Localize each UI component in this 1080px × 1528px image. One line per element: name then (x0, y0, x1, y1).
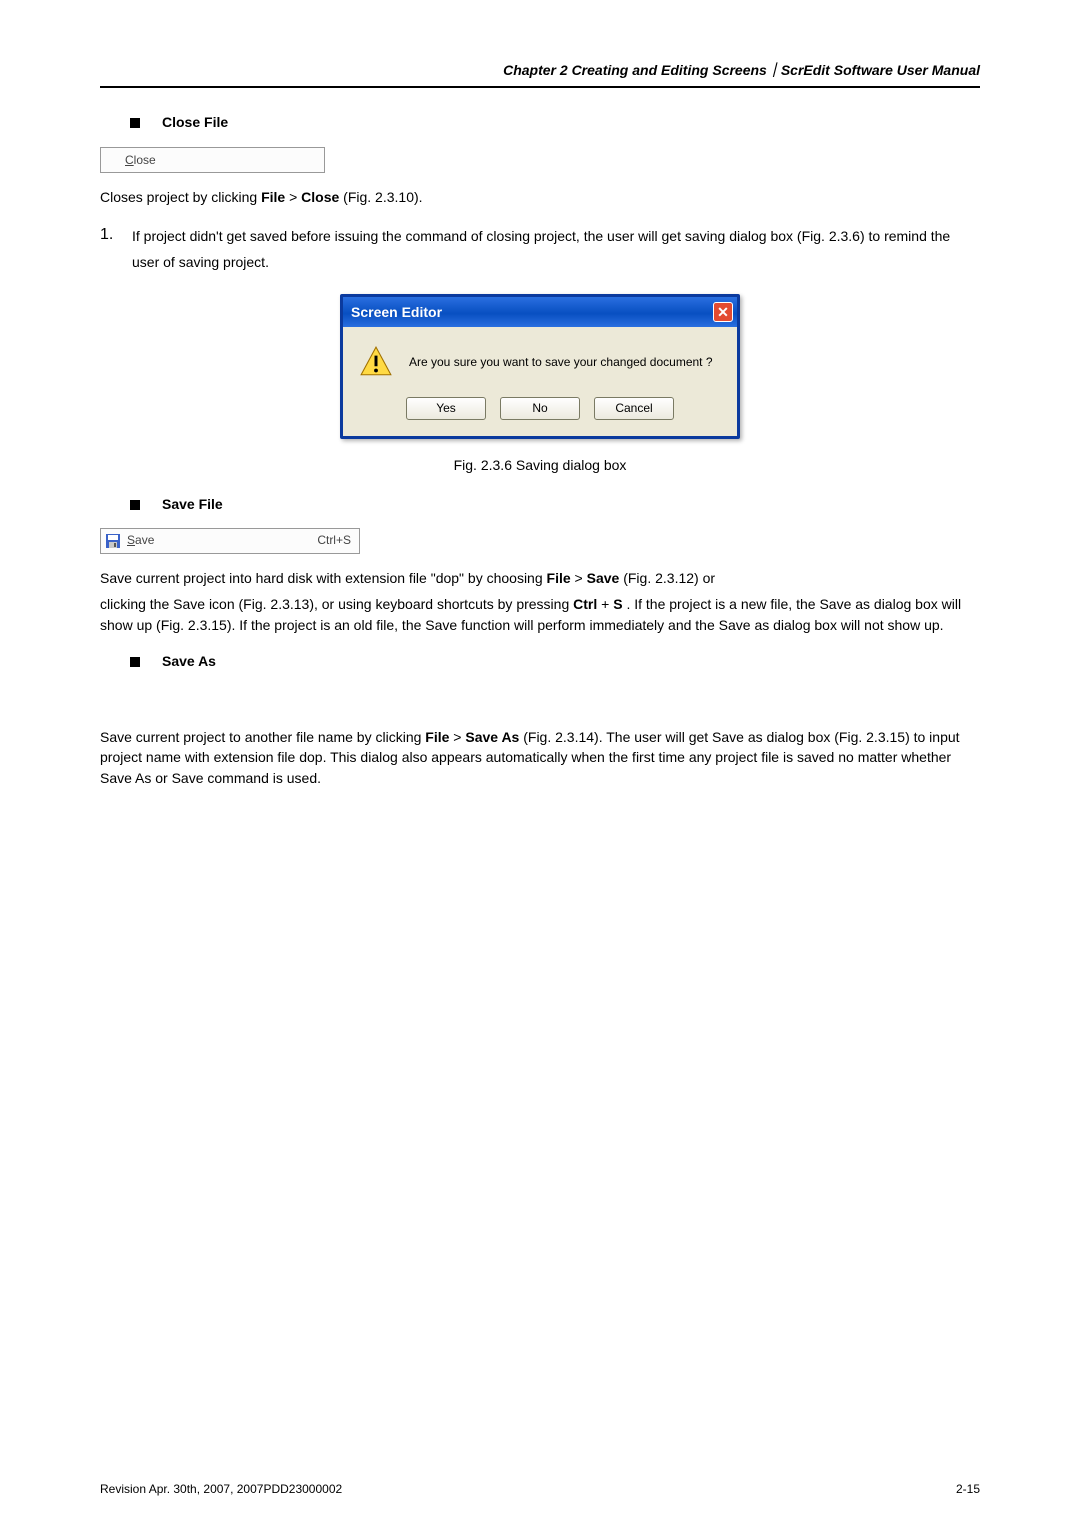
dialog-message: Are you sure you want to save your chang… (409, 354, 713, 371)
save-file-p1: Save current project into hard disk with… (100, 568, 980, 588)
text: Save (587, 570, 620, 586)
text: File (547, 570, 571, 586)
text-close: Close (301, 189, 339, 205)
text: Closes project by clicking (100, 189, 261, 205)
menu-item-save[interactable]: Save Ctrl+S (100, 528, 360, 554)
warning-icon (359, 345, 393, 379)
dialog-buttons: Yes No Cancel (343, 389, 737, 436)
footer-left: Revision Apr. 30th, 2007, 2007PDD2300000… (100, 1481, 342, 1498)
text: Save current project to another file nam… (100, 729, 425, 745)
cancel-button[interactable]: Cancel (594, 397, 674, 420)
footer-right: 2-15 (956, 1481, 980, 1498)
save-as-description: Save current project to another file nam… (100, 727, 980, 788)
text: (Fig. 2.3.12) or (623, 570, 715, 586)
floppy-icon (105, 533, 121, 549)
menu-item-close[interactable]: Close (100, 147, 325, 173)
text: + (601, 596, 613, 612)
close-file-heading: Close File (130, 112, 980, 132)
text: Save As (465, 729, 519, 745)
save-as-heading: Save As (130, 651, 980, 671)
yes-button[interactable]: Yes (406, 397, 486, 420)
dialog-content: Are you sure you want to save your chang… (343, 327, 737, 389)
text: File (425, 729, 449, 745)
text: (Fig. 2.3.10). (343, 189, 422, 205)
bullet-icon (130, 657, 140, 667)
text: > (575, 570, 587, 586)
text: Save current project into hard disk with… (100, 570, 547, 586)
save-file-heading-label: Save File (162, 494, 223, 514)
close-icon[interactable]: ✕ (713, 302, 733, 322)
dialog-titlebar: Screen Editor ✕ (343, 297, 737, 327)
bullet-icon (130, 500, 140, 510)
screen-editor-dialog: Screen Editor ✕ Are you sure you want to… (340, 294, 740, 439)
menu-item-save-shortcut: Ctrl+S (317, 532, 351, 549)
text: > (453, 729, 465, 745)
close-file-heading-label: Close File (162, 112, 228, 132)
figure-caption: Fig. 2.3.6 Saving dialog box (100, 455, 980, 475)
list-number: 1. (100, 223, 114, 276)
text: S (613, 596, 622, 612)
close-file-description: Closes project by clicking File > Close … (100, 187, 980, 207)
page-footer: Revision Apr. 30th, 2007, 2007PDD2300000… (100, 1481, 980, 1498)
list-text: If project didn't get saved before issui… (132, 223, 980, 276)
page-header: Chapter 2 Creating and Editing Screens｜S… (100, 60, 980, 88)
menu-item-save-label: Save (127, 532, 154, 549)
text: clicking the Save icon (Fig. 2.3.13), or… (100, 596, 573, 612)
dialog-figure: Screen Editor ✕ Are you sure you want to… (100, 294, 980, 439)
bullet-icon (130, 118, 140, 128)
text: Ctrl (573, 596, 597, 612)
text-file: File (261, 189, 285, 205)
dialog-title: Screen Editor (351, 302, 442, 322)
save-as-heading-label: Save As (162, 651, 216, 671)
no-button[interactable]: No (500, 397, 580, 420)
numbered-list-item: 1. If project didn't get saved before is… (100, 223, 980, 276)
save-file-heading: Save File (130, 494, 980, 514)
menu-item-close-label: Close (125, 153, 156, 167)
spacer (100, 685, 980, 719)
save-file-p2: clicking the Save icon (Fig. 2.3.13), or… (100, 594, 980, 635)
text: > (289, 189, 301, 205)
